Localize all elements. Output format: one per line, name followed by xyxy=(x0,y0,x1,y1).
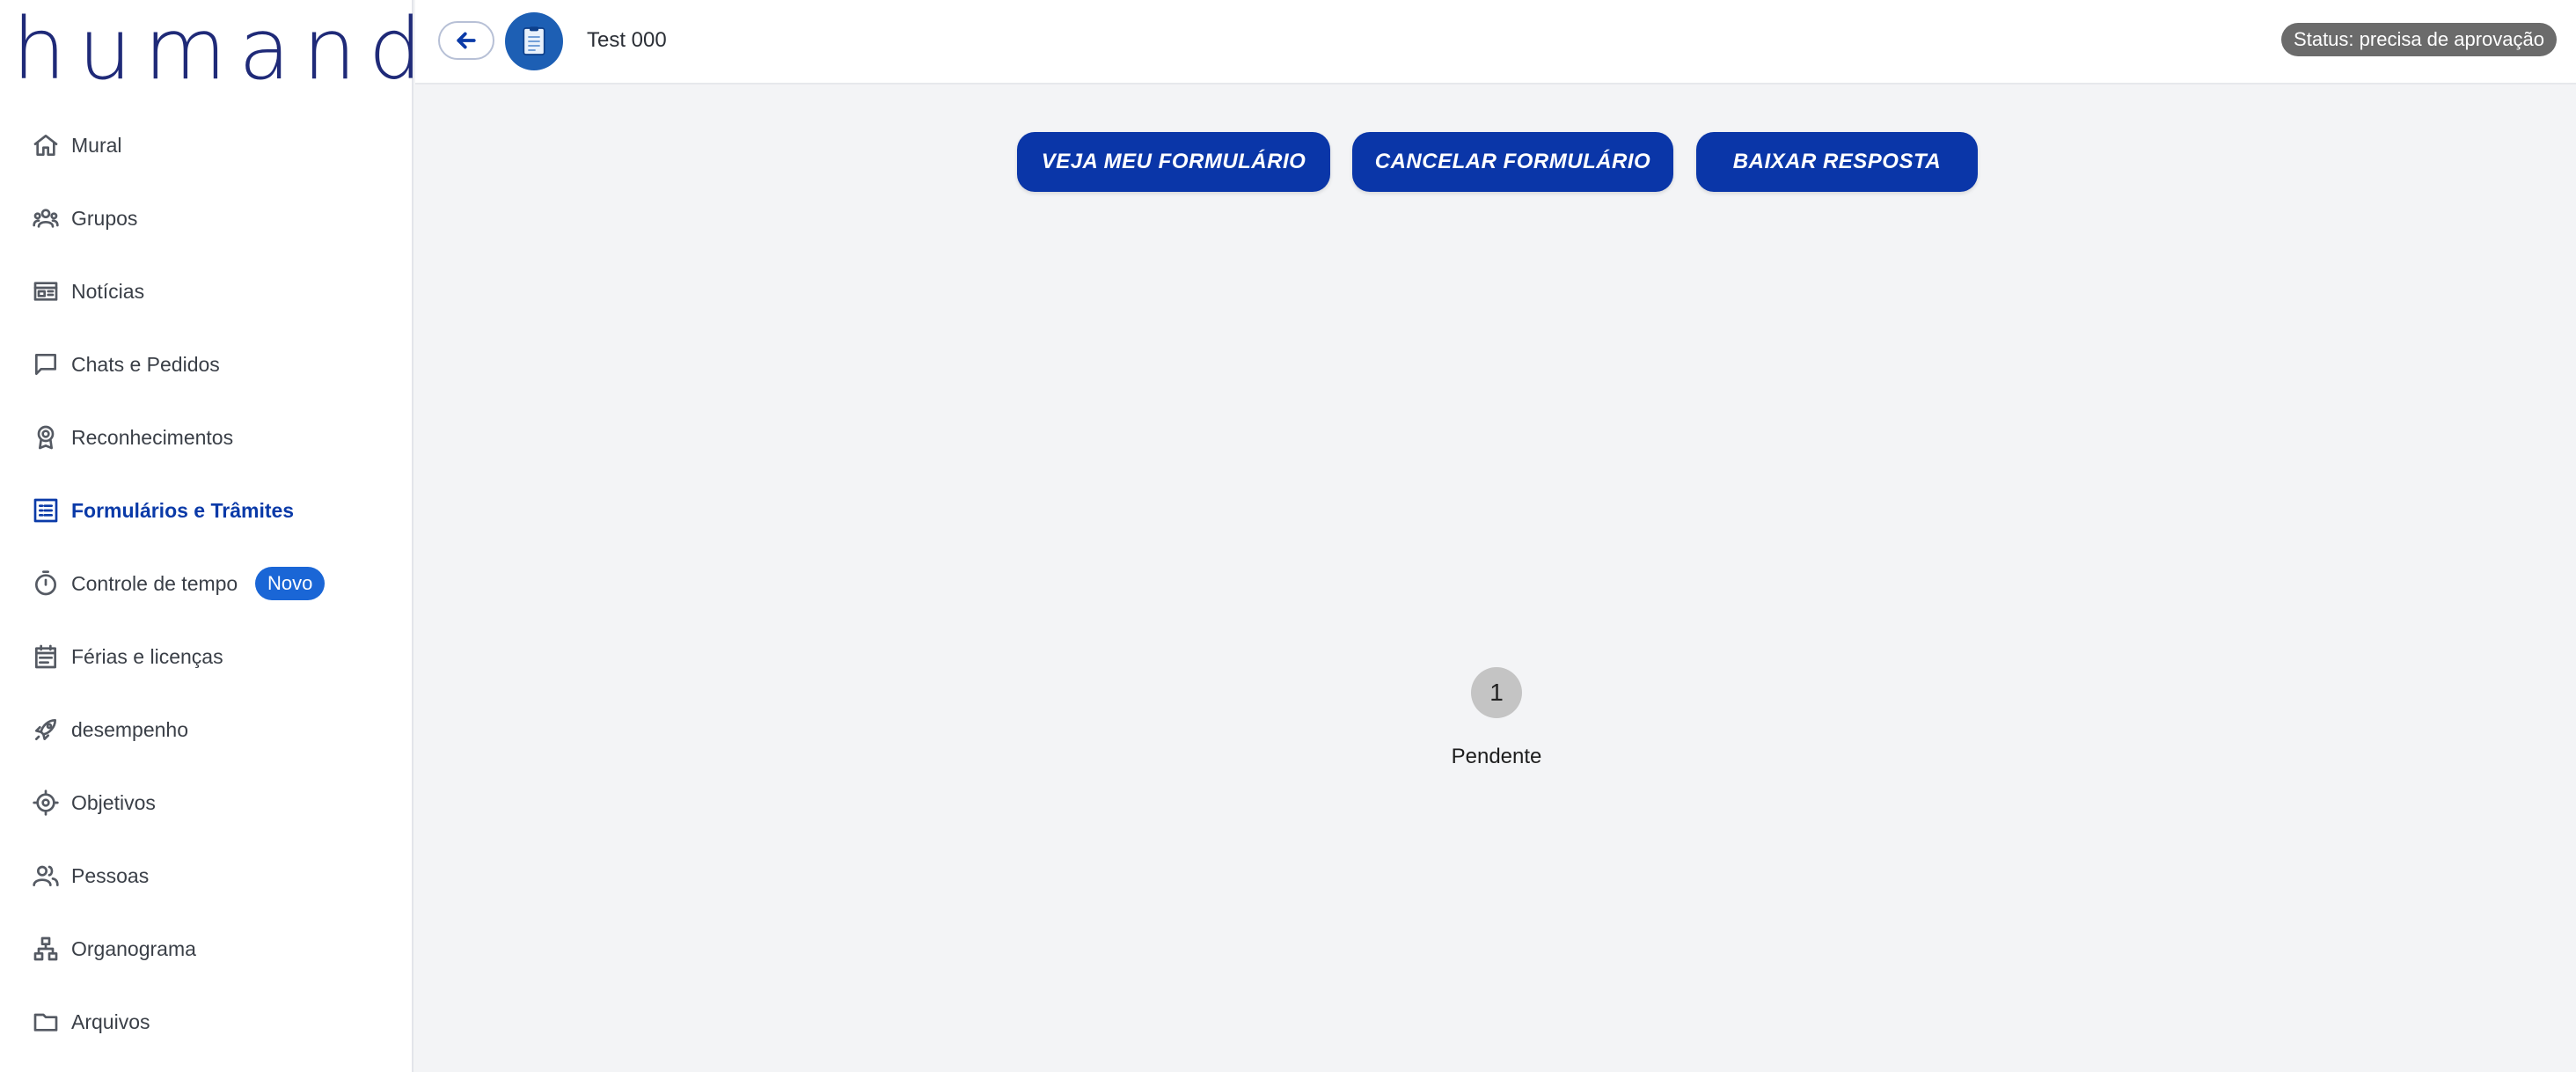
back-button[interactable] xyxy=(438,21,494,60)
timer-icon xyxy=(32,569,60,598)
sidebar-item-label: Controle de tempo xyxy=(71,571,238,595)
people-icon xyxy=(32,862,60,890)
view-form-button[interactable]: VEJA MEU FORMULÁRIO xyxy=(1017,132,1330,192)
sidebar-item-controle-de-tempo[interactable]: Controle de tempo Novo xyxy=(0,553,413,614)
sidebar-item-arquivos[interactable]: Arquivos xyxy=(0,991,413,1053)
step-status-label: Pendente xyxy=(1451,745,1542,768)
status-badge: Status: precisa de aprovação xyxy=(2281,23,2557,56)
target-icon xyxy=(32,789,60,817)
app-root: humand Mural Grupos Notícias Chats e Ped… xyxy=(0,0,2576,1072)
award-icon xyxy=(32,423,60,452)
sidebar-item-label: Grupos xyxy=(71,206,138,230)
download-response-button[interactable]: BAIXAR RESPOSTA xyxy=(1696,132,1978,192)
arrow-left-icon xyxy=(457,32,476,49)
sidebar-item-grupos[interactable]: Grupos xyxy=(0,187,413,249)
sidebar-item-label: Férias e licenças xyxy=(71,644,223,668)
groups-icon xyxy=(32,204,60,232)
sidebar-item-chats[interactable]: Chats e Pedidos xyxy=(0,334,413,395)
sidebar-item-label: Chats e Pedidos xyxy=(71,352,220,376)
sidebar-item-ferias[interactable]: Férias e licenças xyxy=(0,626,413,687)
rocket-icon xyxy=(32,716,60,744)
form-actions: VEJA MEU FORMULÁRIO CANCELAR FORMULÁRIO … xyxy=(0,132,2576,192)
sidebar-item-label: Arquivos xyxy=(71,1010,150,1033)
sidebar-item-label: Pessoas xyxy=(71,863,150,887)
humand-logo[interactable]: humand xyxy=(12,7,435,92)
sidebar-item-pessoas[interactable]: Pessoas xyxy=(0,845,413,907)
sidebar-item-label: Organograma xyxy=(71,936,196,960)
top-bar: Test 000 Status: precisa de aprovação xyxy=(415,0,2576,84)
org-chart-icon xyxy=(32,935,60,963)
chat-icon xyxy=(32,350,60,378)
form-list-icon xyxy=(32,496,60,525)
folder-icon xyxy=(32,1008,60,1036)
calendar-icon xyxy=(32,642,60,671)
sidebar-item-objetivos[interactable]: Objetivos xyxy=(0,772,413,833)
sidebar-item-label: desempenho xyxy=(71,717,188,741)
sidebar-item-label: Objetivos xyxy=(71,790,156,814)
sidebar-item-desempenho[interactable]: desempenho xyxy=(0,699,413,760)
sidebar-item-label: Formulários e Trâmites xyxy=(71,498,295,522)
news-icon xyxy=(32,277,60,305)
step-number: 1 xyxy=(1471,667,1522,718)
sidebar-item-label: Notícias xyxy=(71,279,145,303)
sidebar-item-organograma[interactable]: Organograma xyxy=(0,918,413,980)
new-badge: Novo xyxy=(255,567,326,600)
sidebar-item-label: Reconhecimentos xyxy=(71,425,234,449)
sidebar-item-formularios[interactable]: Formulários e Trâmites xyxy=(0,480,413,541)
page-title: Test 000 xyxy=(587,28,667,52)
sidebar-item-reconhecimentos[interactable]: Reconhecimentos xyxy=(0,407,413,468)
form-clipboard-icon xyxy=(505,12,563,70)
sidebar-item-noticias[interactable]: Notícias xyxy=(0,261,413,322)
cancel-form-button[interactable]: CANCELAR FORMULÁRIO xyxy=(1352,132,1673,192)
